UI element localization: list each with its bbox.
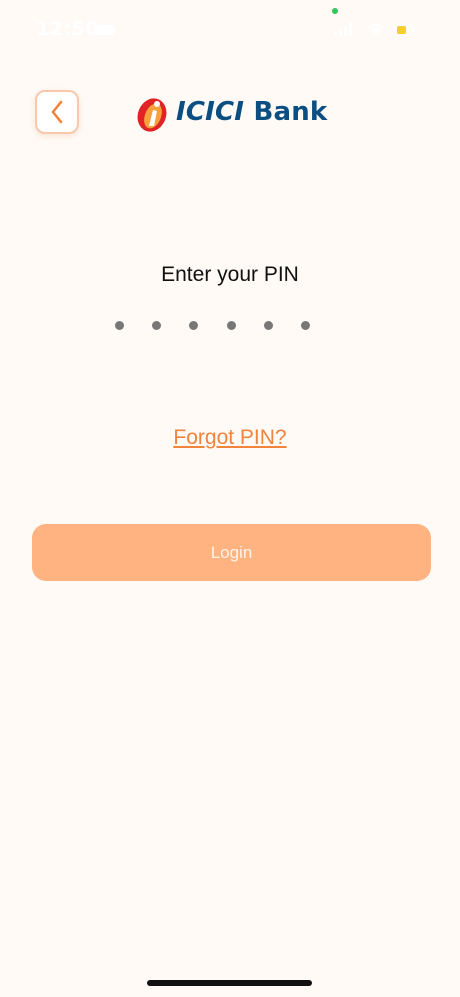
status-bar: 12:50 xyxy=(0,0,460,60)
pin-dot xyxy=(226,321,236,330)
logo-suffix: Bank xyxy=(253,97,328,127)
pin-dot xyxy=(152,321,162,330)
pin-dot xyxy=(115,321,124,330)
battery-icon xyxy=(395,24,415,36)
icici-logo-mark-icon xyxy=(137,98,167,132)
pin-dot xyxy=(189,321,199,330)
brand-logo: ICICI Bank xyxy=(134,96,334,136)
chevron-left-icon xyxy=(51,100,63,124)
forgot-pin-link[interactable]: Forgot PIN? xyxy=(0,426,460,450)
pin-dot xyxy=(263,321,273,330)
back-button[interactable] xyxy=(35,90,79,134)
logo-name: ICICI xyxy=(176,97,245,127)
wifi-icon xyxy=(368,24,384,35)
pin-input[interactable] xyxy=(115,321,310,331)
signal-icon xyxy=(334,22,352,36)
logo-text: ICICI Bank xyxy=(176,97,327,127)
login-button[interactable]: Login xyxy=(32,524,431,581)
home-indicator[interactable] xyxy=(147,980,312,986)
status-time: 12:50 xyxy=(36,18,99,40)
privacy-indicator-dot xyxy=(332,8,338,14)
pin-title: Enter your PIN xyxy=(161,263,299,286)
pin-dot xyxy=(300,321,310,330)
status-indicator-icon xyxy=(94,25,114,35)
